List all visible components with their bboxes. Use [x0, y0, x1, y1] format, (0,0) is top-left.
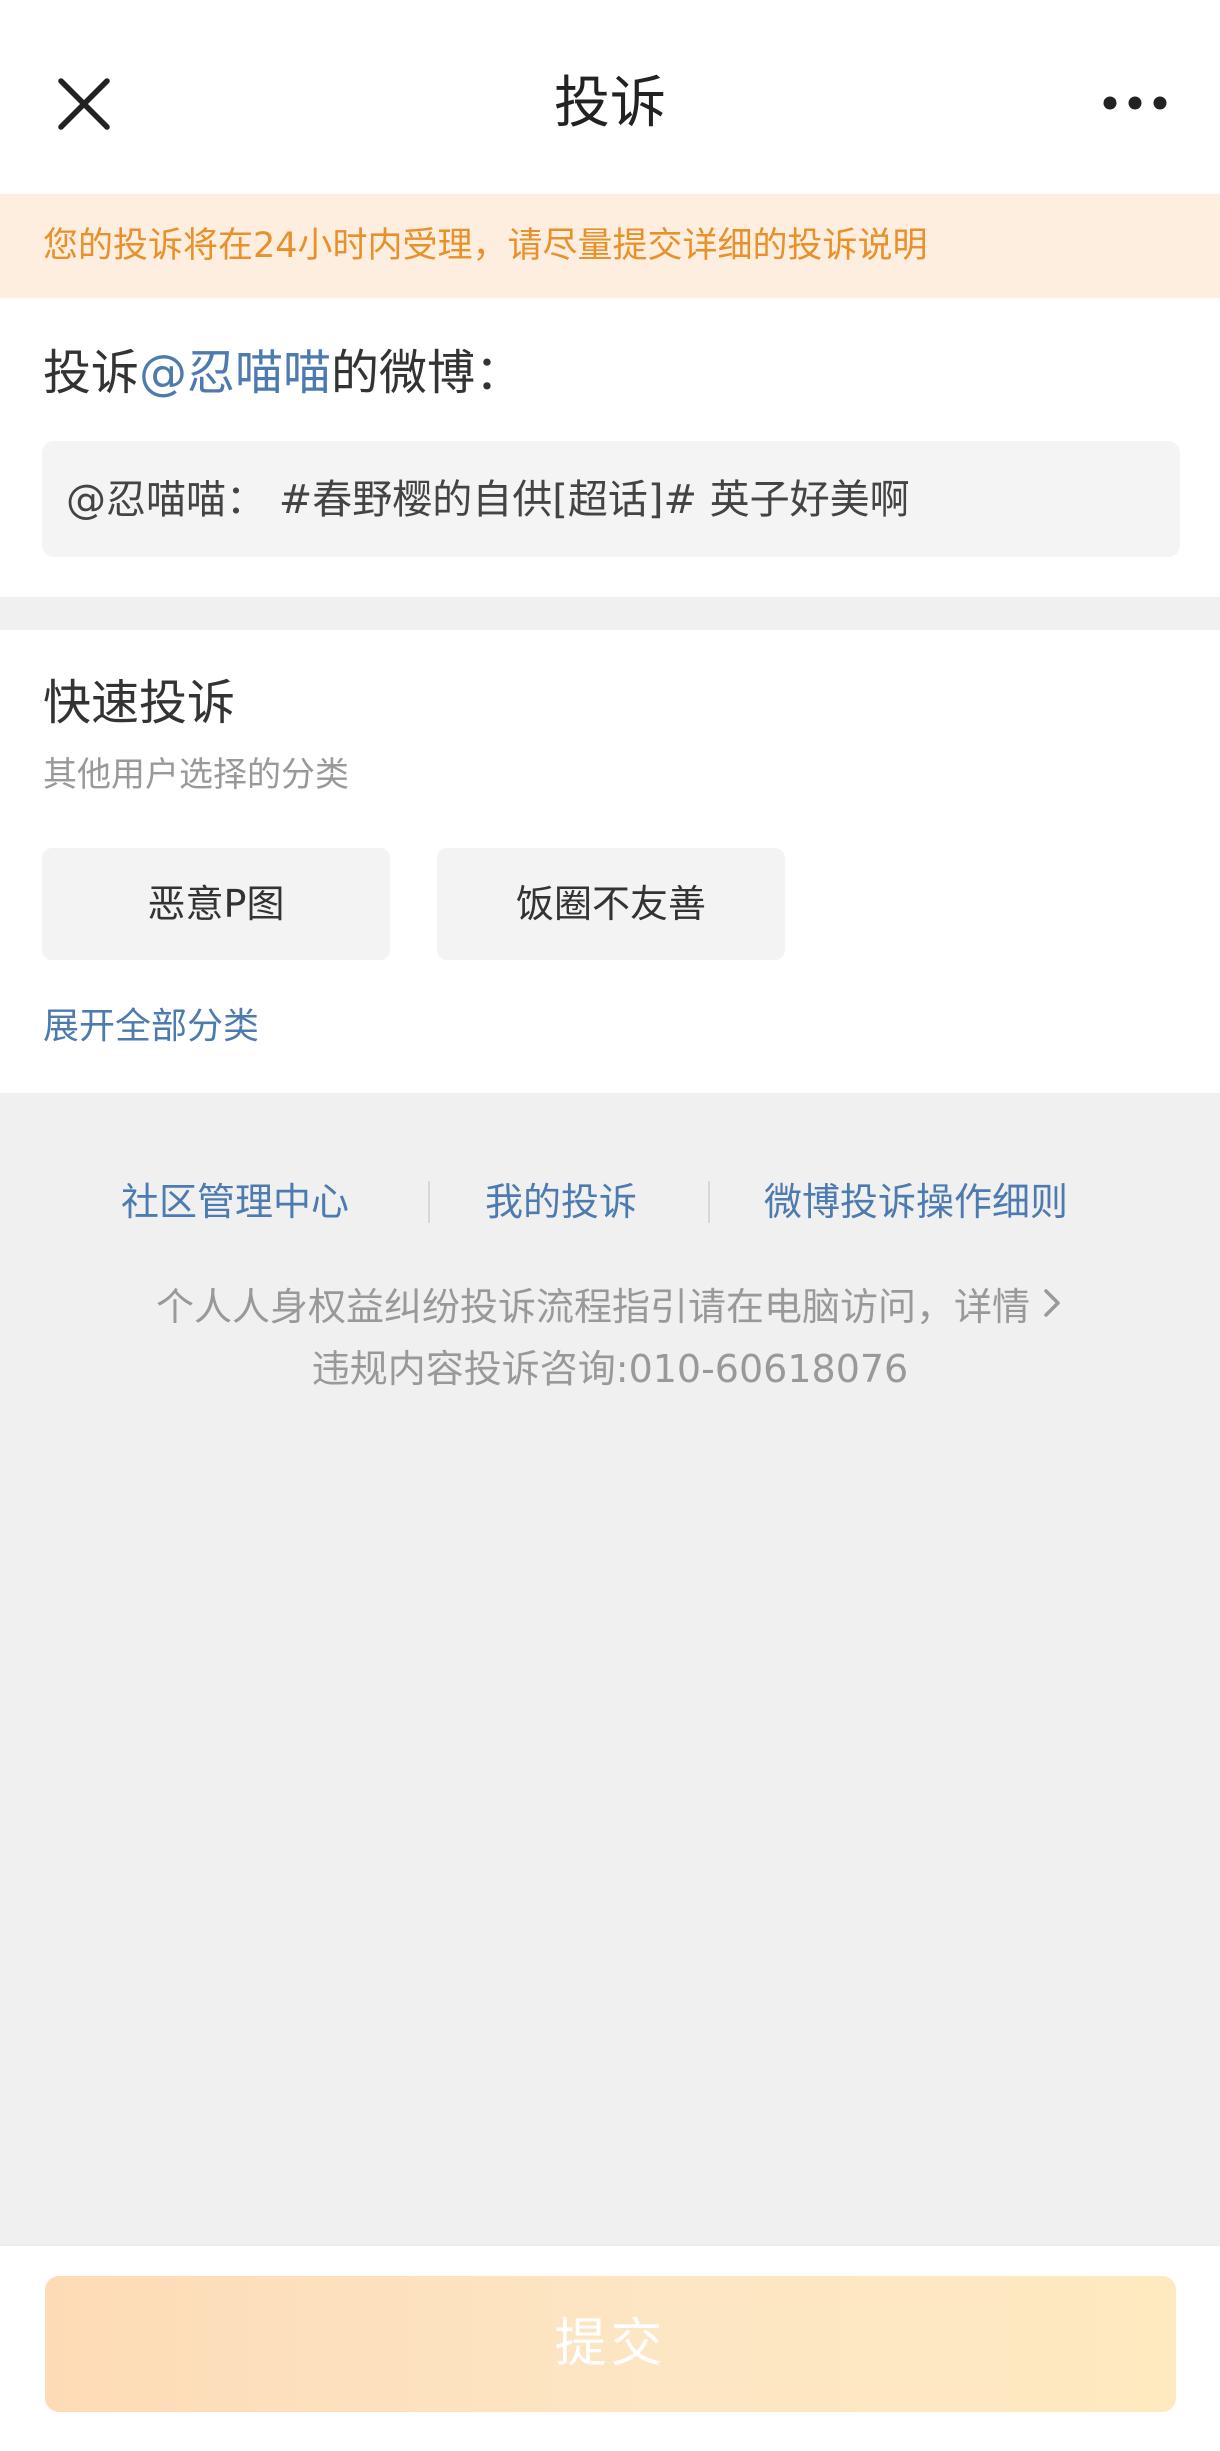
quoted-post: @忍喵喵： #春野樱的自供[超话]# 英子好美啊	[42, 441, 1180, 557]
quick-complaint-section: 快速投诉 其他用户选择的分类 恶意P图 饭圈不友善 展开全部分类	[0, 630, 1220, 1093]
personal-rights-guide[interactable]: 个人人身权益纠纷投诉流程指引请在电脑访问，详情	[0, 1280, 1220, 1337]
complaint-target-section: 投诉@忍喵喵的微博： @忍喵喵： #春野樱的自供[超话]# 英子好美啊	[0, 298, 1220, 597]
complaint-target-heading: 投诉@忍喵喵的微博：	[43, 340, 523, 406]
personal-rights-guide-text: 个人人身权益纠纷投诉流程指引请在电脑访问，详情	[155, 1285, 1030, 1329]
more-button[interactable]	[1090, 70, 1180, 140]
category-chip-malicious-photoshop[interactable]: 恶意P图	[42, 848, 390, 960]
submit-button[interactable]: 提交	[45, 2276, 1176, 2412]
category-chip-unfriendly-fandom[interactable]: 饭圈不友善	[437, 848, 785, 960]
expand-all-categories-link[interactable]: 展开全部分类	[43, 1002, 259, 1052]
bottom-bar-divider	[0, 2244, 1220, 2246]
footer-divider	[428, 1181, 430, 1223]
footer-divider	[708, 1181, 710, 1223]
notice-text: 您的投诉将在24小时内受理，请尽量提交详细的投诉说明	[43, 226, 928, 266]
complaint-rules-link[interactable]: 微博投诉操作细则	[764, 1175, 1068, 1229]
footer-links: 社区管理中心 我的投诉 微博投诉操作细则	[0, 1175, 1220, 1229]
more-icon	[1103, 96, 1167, 110]
notice-banner: 您的投诉将在24小时内受理，请尽量提交详细的投诉说明	[0, 194, 1220, 298]
community-center-link[interactable]: 社区管理中心	[121, 1175, 349, 1229]
quoted-post-text: @忍喵喵： #春野樱的自供[超话]# 英子好美啊	[66, 477, 910, 523]
quick-complaint-title: 快速投诉	[43, 675, 236, 731]
mention-link[interactable]: @忍喵喵	[139, 345, 331, 401]
heading-prefix: 投诉	[43, 345, 140, 401]
page-title: 投诉	[554, 71, 666, 136]
top-nav-bar: 投诉	[0, 0, 1220, 194]
heading-suffix: 的微博：	[331, 345, 524, 401]
hotline-text: 违规内容投诉咨询:010-60618076	[311, 1347, 909, 1391]
bottom-action-bar: 提交	[0, 2244, 1220, 2451]
chevron-right-icon	[1040, 1283, 1064, 1337]
my-complaints-link[interactable]: 我的投诉	[485, 1175, 637, 1229]
quick-complaint-subtitle: 其他用户选择的分类	[43, 755, 349, 795]
